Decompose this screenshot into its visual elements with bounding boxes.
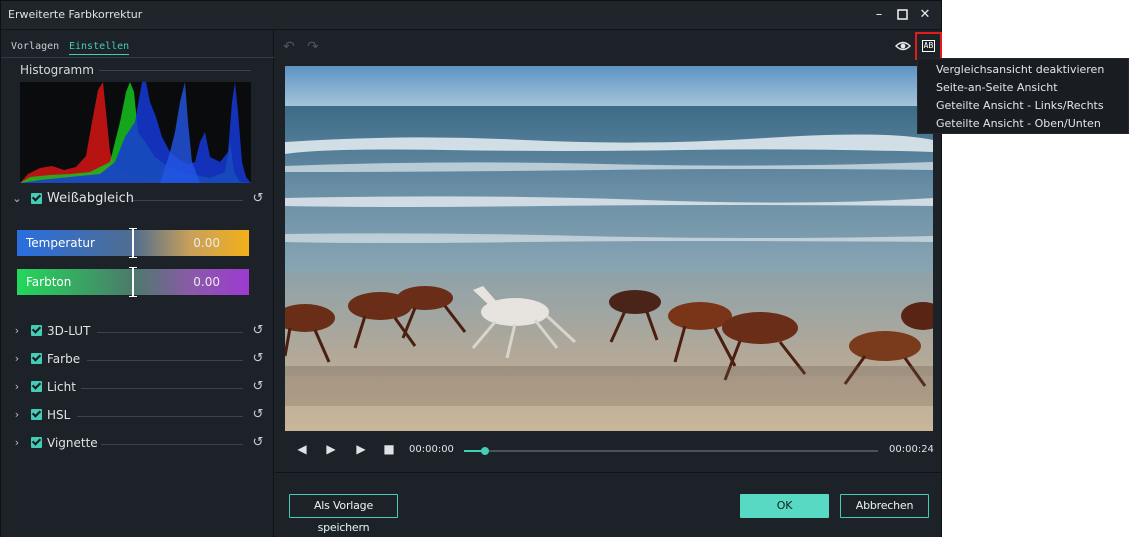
white-balance-label: Weißabgleich <box>47 191 134 206</box>
chevron-right-icon[interactable]: › <box>11 352 23 366</box>
section-licht[interactable]: › Licht ↺ <box>1 378 274 398</box>
tint-slider[interactable]: Farbton 0.00 <box>17 267 249 297</box>
section-divider <box>81 388 243 389</box>
play-icon[interactable]: ▶ <box>354 442 368 456</box>
section-divider <box>87 360 243 361</box>
section-3d-lut[interactable]: › 3D-LUT ↺ <box>1 322 274 342</box>
temperature-slider[interactable]: Temperatur 0.00 <box>17 228 249 258</box>
section-checkbox[interactable] <box>31 409 42 420</box>
menu-item-split-top-bottom[interactable]: Geteilte Ansicht - Oben/Unten <box>936 117 1101 130</box>
tab-einstellen[interactable]: Einstellen <box>69 41 130 55</box>
playback-slider[interactable] <box>464 447 878 455</box>
section-label: Farbe <box>47 352 81 366</box>
section-hsl[interactable]: › HSL ↺ <box>1 406 274 426</box>
tab-divider <box>1 57 274 58</box>
section-checkbox[interactable] <box>31 353 42 364</box>
maximize-icon[interactable] <box>893 6 911 24</box>
section-label: 3D-LUT <box>47 324 91 338</box>
section-divider <box>133 200 243 201</box>
histogram-label: Histogramm <box>20 63 94 77</box>
reset-icon[interactable]: ↺ <box>251 192 265 206</box>
current-time: 00:00:00 <box>409 444 454 455</box>
ab-compare-icon: AB <box>922 40 935 52</box>
reset-icon[interactable]: ↺ <box>251 380 265 394</box>
eye-icon[interactable] <box>895 39 911 53</box>
close-icon[interactable]: ✕ <box>916 6 934 24</box>
tab-vorlagen[interactable]: Vorlagen <box>11 41 59 52</box>
compare-view-menu: Vergleichsansicht deaktivieren Seite-an-… <box>917 58 1129 134</box>
section-checkbox[interactable] <box>31 437 42 448</box>
save-template-button[interactable]: Als Vorlage speichern <box>289 494 398 534</box>
chevron-right-icon[interactable]: › <box>11 408 23 422</box>
footer-divider <box>275 472 941 473</box>
reset-icon[interactable]: ↺ <box>251 408 265 422</box>
cancel-button[interactable]: Abbrechen <box>840 494 929 518</box>
section-divider <box>97 332 243 333</box>
menu-item-side-by-side[interactable]: Seite-an-Seite Ansicht <box>936 81 1058 94</box>
temperature-value[interactable]: 0.00 <box>193 236 220 250</box>
reset-icon[interactable]: ↺ <box>251 352 265 366</box>
section-vignette[interactable]: › Vignette ↺ <box>1 434 274 454</box>
temperature-label: Temperatur <box>26 236 95 250</box>
temperature-slider-handle[interactable] <box>129 228 137 258</box>
tint-slider-handle[interactable] <box>129 267 137 297</box>
tint-label: Farbton <box>26 275 72 289</box>
ok-button[interactable]: OK <box>740 494 829 518</box>
playback-slider-handle[interactable] <box>480 447 489 455</box>
undo-icon[interactable]: ↶ <box>283 39 295 55</box>
minimize-icon[interactable]: – <box>870 6 888 24</box>
section-label: Vignette <box>47 436 98 450</box>
section-farbe[interactable]: › Farbe ↺ <box>1 350 274 370</box>
reset-icon[interactable]: ↺ <box>251 324 265 338</box>
video-preview[interactable] <box>285 66 933 431</box>
color-correction-dialog: Erweiterte Farbkorrektur – ✕ Vorlagen Ei… <box>0 0 942 537</box>
chevron-right-icon[interactable]: › <box>11 436 23 450</box>
compare-view-button[interactable]: AB <box>915 32 942 60</box>
histogram-graph <box>20 82 251 183</box>
playback-controls: ◀ ▶ ▶ ■ 00:00:00 00:00:24 <box>275 440 941 462</box>
adjust-panel: Vorlagen Einstellen Histogramm ⌄ Weißabg… <box>1 30 274 537</box>
title-bar: Erweiterte Farbkorrektur – ✕ <box>1 1 941 30</box>
reset-icon[interactable]: ↺ <box>251 436 265 450</box>
stop-icon[interactable]: ■ <box>382 442 396 456</box>
section-checkbox[interactable] <box>31 325 42 336</box>
preview-panel: ↶ ↷ AB ◀ ▶ ▶ ■ 00:00:00 00:00:24 Als Vor… <box>275 30 942 537</box>
section-checkbox[interactable] <box>31 381 42 392</box>
chevron-down-icon[interactable]: ⌄ <box>11 192 23 206</box>
section-label: HSL <box>47 408 71 422</box>
white-balance-checkbox[interactable] <box>31 193 42 204</box>
chevron-right-icon[interactable]: › <box>11 380 23 394</box>
section-label: Licht <box>47 380 76 394</box>
prev-frame-icon[interactable]: ◀ <box>295 442 309 456</box>
redo-icon[interactable]: ↷ <box>307 39 319 55</box>
histogram-divider <box>99 70 251 71</box>
tint-value[interactable]: 0.00 <box>193 275 220 289</box>
section-divider <box>77 416 243 417</box>
menu-item-disable-compare[interactable]: Vergleichsansicht deaktivieren <box>936 63 1104 76</box>
window-title: Erweiterte Farbkorrektur <box>8 8 143 21</box>
next-frame-icon[interactable]: ▶ <box>324 442 338 456</box>
section-divider <box>101 444 243 445</box>
white-balance-section[interactable]: ⌄ Weißabgleich ↺ <box>1 190 274 210</box>
chevron-right-icon[interactable]: › <box>11 324 23 338</box>
menu-item-split-left-right[interactable]: Geteilte Ansicht - Links/Rechts <box>936 99 1104 112</box>
total-duration: 00:00:24 <box>889 444 934 455</box>
